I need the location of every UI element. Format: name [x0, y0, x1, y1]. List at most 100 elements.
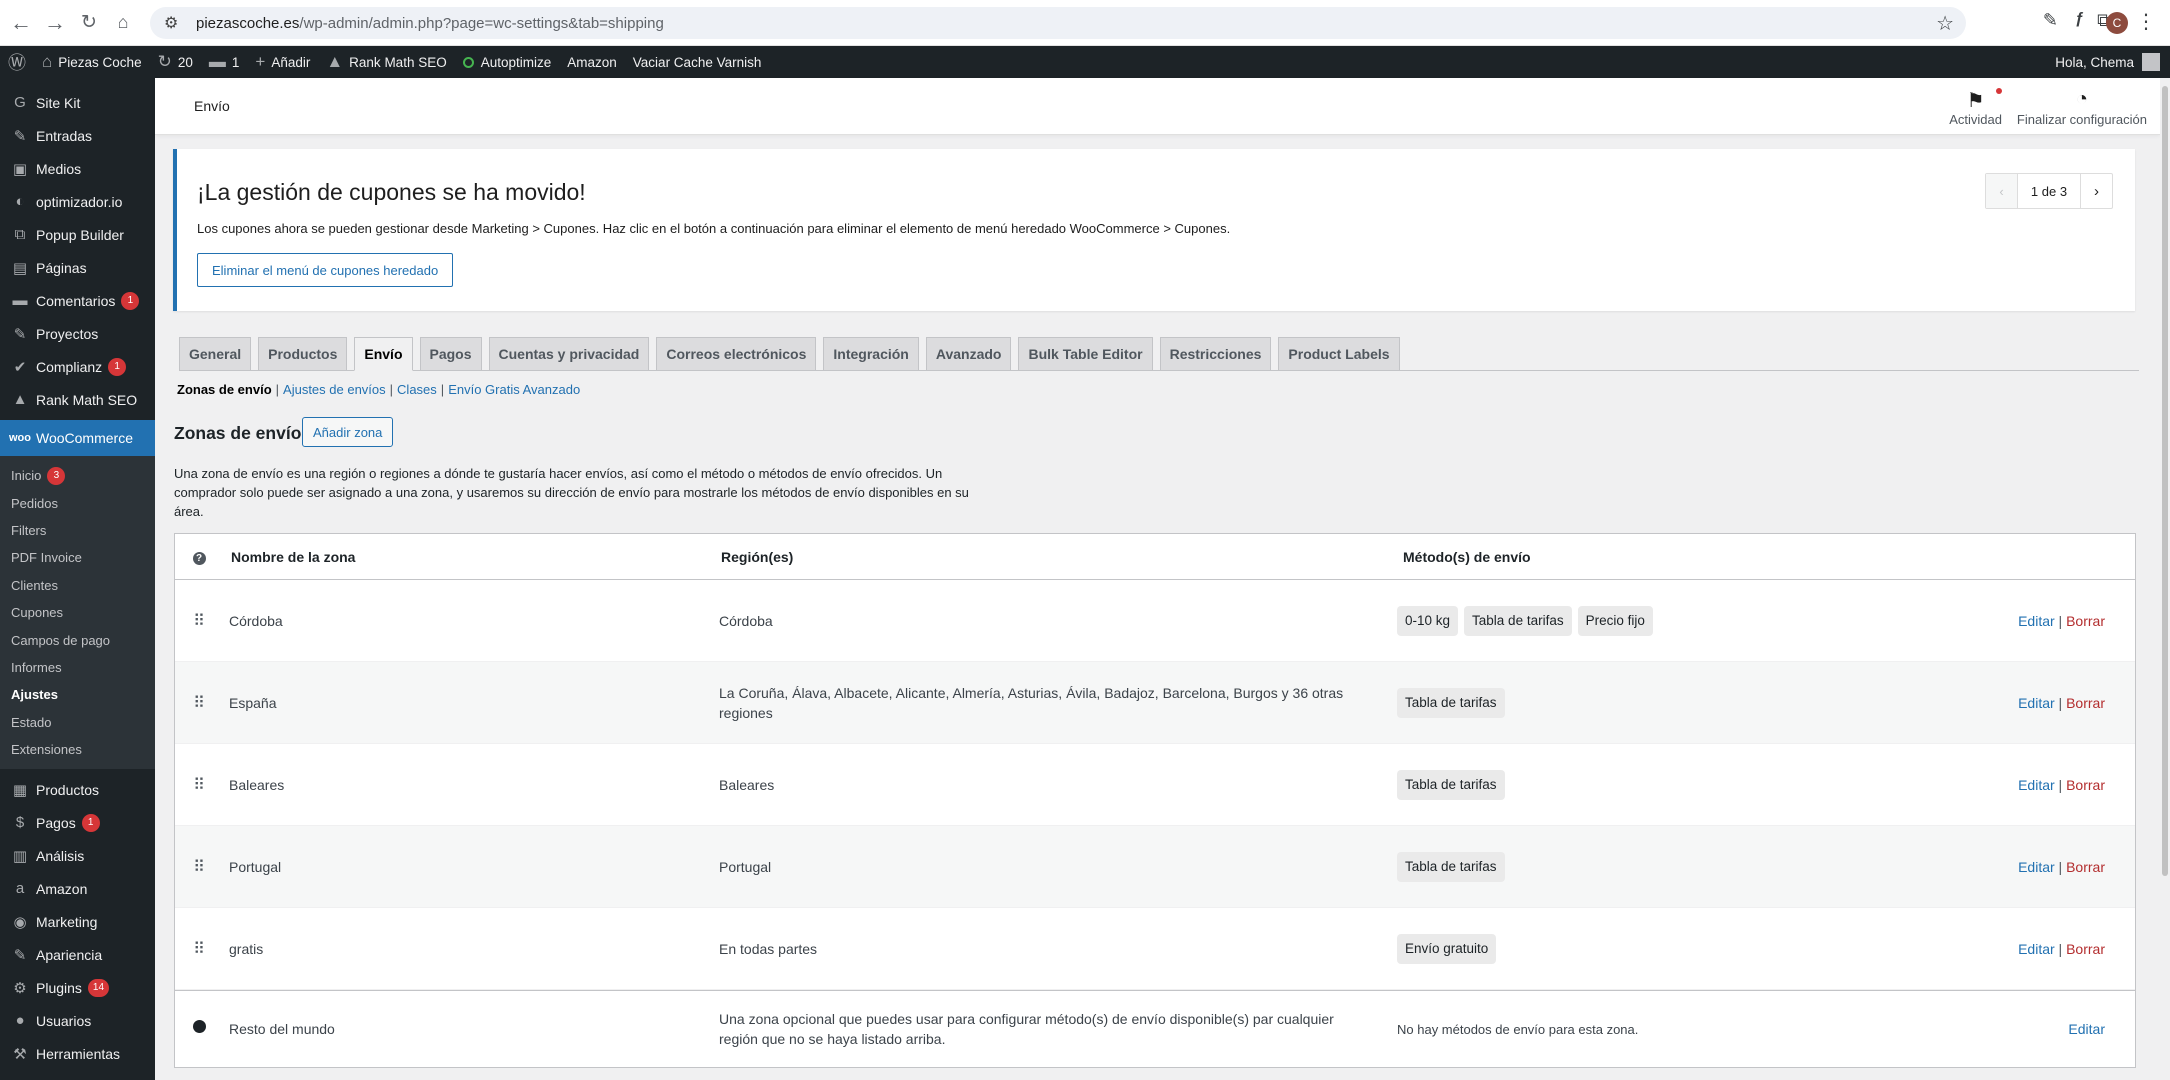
- page-scrollbar[interactable]: [2160, 78, 2170, 1080]
- sidebar-item-entradas[interactable]: ✎ Entradas: [0, 119, 155, 152]
- submenu-item-pdf-invoice[interactable]: PDF Invoice: [0, 544, 155, 571]
- tab-product-labels[interactable]: Product Labels: [1278, 337, 1400, 370]
- tab-pagos[interactable]: Pagos: [419, 337, 482, 370]
- sidebar-item-site-kit[interactable]: G Site Kit: [0, 86, 155, 119]
- autoptimize-link[interactable]: Autoptimize: [455, 46, 560, 78]
- sidebar-item-woocommerce[interactable]: woo WooCommerce: [0, 420, 155, 456]
- zone-name[interactable]: gratis: [229, 941, 263, 957]
- sidebar-item-paginas[interactable]: ▤ Páginas: [0, 251, 155, 284]
- my-account[interactable]: Hola, Chema: [2055, 46, 2160, 78]
- sidebar-item-complianz[interactable]: ✔ Complianz 1: [0, 350, 155, 383]
- zone-name[interactable]: España: [229, 695, 276, 711]
- finish-setup-button[interactable]: ◔ Finalizar configuración: [2017, 88, 2147, 127]
- zone-actions: Editar | Borrar: [2018, 859, 2105, 875]
- site-name-link[interactable]: ⌂ Piezas Coche: [34, 46, 150, 78]
- submenu-item-pedidos[interactable]: Pedidos: [0, 489, 155, 516]
- zone-name[interactable]: Portugal: [229, 859, 281, 875]
- submenu-item-extensiones[interactable]: Extensiones: [0, 736, 155, 763]
- add-zone-button[interactable]: Añadir zona: [302, 417, 394, 447]
- help-icon[interactable]: ?: [189, 548, 209, 566]
- amazon-link[interactable]: Amazon: [559, 46, 625, 78]
- drag-handle-icon[interactable]: ⠿: [189, 939, 209, 959]
- home-icon[interactable]: ⌂: [110, 10, 136, 36]
- browser-menu-icon[interactable]: ⋮: [2136, 9, 2156, 34]
- sidebar-item-marketing[interactable]: ◉ Marketing: [0, 905, 155, 938]
- subnav-envio-gratis-avanzado[interactable]: Envío Gratis Avanzado: [448, 382, 580, 397]
- sidebar-item-pagos[interactable]: $ Pagos 1: [0, 806, 155, 839]
- sidebar-item-productos[interactable]: ▦ Productos: [0, 773, 155, 806]
- new-content-link[interactable]: + Añadir: [247, 46, 318, 78]
- delete-link[interactable]: Borrar: [2066, 613, 2105, 629]
- scrollbar-thumb[interactable]: [2162, 86, 2168, 876]
- zone-name[interactable]: Córdoba: [229, 613, 283, 629]
- drag-handle-icon[interactable]: ⠿: [189, 857, 209, 877]
- drag-handle-icon[interactable]: ⠿: [189, 775, 209, 795]
- pager-next-icon[interactable]: ›: [2080, 174, 2112, 208]
- sidebar-item-label: Amazon: [36, 880, 88, 897]
- drag-handle-icon[interactable]: ⠿: [189, 693, 209, 713]
- sidebar-item-proyectos[interactable]: ✎ Proyectos: [0, 317, 155, 350]
- profile-avatar[interactable]: C: [2106, 12, 2128, 34]
- sidebar-item-rank-math-seo[interactable]: ▲ Rank Math SEO: [0, 383, 155, 416]
- subnav-clases[interactable]: Clases: [397, 382, 437, 397]
- bookmark-star-icon[interactable]: ☆: [1936, 11, 1954, 36]
- tab-avanzado[interactable]: Avanzado: [925, 337, 1012, 370]
- forward-icon[interactable]: →: [42, 10, 68, 36]
- sidebar-item-herramientas[interactable]: ⚒ Herramientas: [0, 1037, 155, 1070]
- updates-link[interactable]: ↻ 20: [150, 46, 201, 78]
- submenu-item-campos-de-pago[interactable]: Campos de pago: [0, 626, 155, 653]
- extension-f-icon[interactable]: ƒ: [2075, 10, 2084, 28]
- pager-prev-icon[interactable]: ‹: [1986, 174, 2018, 208]
- tab-correos-electronicos[interactable]: Correos electrónicos: [656, 337, 817, 370]
- varnish-link[interactable]: Vaciar Cache Varnish: [625, 46, 770, 78]
- tab-envio[interactable]: Envío: [354, 337, 413, 371]
- rankmath-link[interactable]: ▲ Rank Math SEO: [318, 46, 454, 78]
- sidebar-item-apariencia[interactable]: ✎ Apariencia: [0, 938, 155, 971]
- sidebar-item-usuarios[interactable]: ● Usuarios: [0, 1004, 155, 1037]
- activity-button[interactable]: ⚑ Actividad: [1949, 88, 2002, 127]
- sidebar-item-comentarios[interactable]: ▬ Comentarios 1: [0, 284, 155, 317]
- submenu-item-filters[interactable]: Filters: [0, 517, 155, 544]
- zone-name[interactable]: Baleares: [229, 777, 284, 793]
- edit-link[interactable]: Editar: [2018, 695, 2055, 711]
- submenu-item-estado[interactable]: Estado: [0, 709, 155, 736]
- tab-restricciones[interactable]: Restricciones: [1159, 337, 1272, 370]
- comments-link[interactable]: ▬ 1: [201, 46, 248, 78]
- delete-link[interactable]: Borrar: [2066, 777, 2105, 793]
- delete-link[interactable]: Borrar: [2066, 859, 2105, 875]
- sidebar-item-plugins[interactable]: ⚙ Plugins 14: [0, 971, 155, 1004]
- submenu-item-clientes[interactable]: Clientes: [0, 572, 155, 599]
- edit-link[interactable]: Editar: [2018, 777, 2055, 793]
- edit-link[interactable]: Editar: [2018, 613, 2055, 629]
- url-text[interactable]: piezascoche.es/wp-admin/admin.php?page=w…: [196, 15, 664, 32]
- delete-link[interactable]: Borrar: [2066, 695, 2105, 711]
- sidebar-item-popup-builder[interactable]: ⧉ Popup Builder: [0, 218, 155, 251]
- back-icon[interactable]: ←: [8, 10, 34, 36]
- sidebar-item-amazon[interactable]: a Amazon: [0, 872, 155, 905]
- remove-legacy-coupons-button[interactable]: Eliminar el menú de cupones heredado: [197, 253, 454, 287]
- tab-bulk-table-editor[interactable]: Bulk Table Editor: [1018, 337, 1153, 370]
- wordpress-logo-icon[interactable]: Ⓦ: [0, 46, 34, 78]
- submenu-item-informes[interactable]: Informes: [0, 654, 155, 681]
- tab-productos[interactable]: Productos: [258, 337, 348, 370]
- reload-icon[interactable]: ↻: [76, 10, 102, 36]
- extension-pen-icon[interactable]: ✎: [2043, 10, 2058, 31]
- subnav-ajustes-de-envios[interactable]: Ajustes de envíos: [283, 382, 386, 397]
- progress-circle-icon: ◔: [2075, 88, 2088, 110]
- sidebar-item-optimizador-io[interactable]: ◐ optimizador.io: [0, 185, 155, 218]
- tab-general[interactable]: General: [179, 337, 252, 370]
- edit-link[interactable]: Editar: [2018, 859, 2055, 875]
- drag-handle-icon[interactable]: ⠿: [189, 611, 209, 631]
- edit-link[interactable]: Editar: [2018, 941, 2055, 957]
- tab-cuentas-y-privacidad[interactable]: Cuentas y privacidad: [488, 337, 650, 370]
- submenu-item-cupones[interactable]: Cupones: [0, 599, 155, 626]
- site-settings-icon[interactable]: ⚙: [164, 13, 182, 33]
- edit-link[interactable]: Editar: [2068, 1021, 2105, 1037]
- submenu-item-inicio[interactable]: Inicio 3: [0, 462, 155, 489]
- tab-integracion[interactable]: Integración: [823, 337, 919, 370]
- submenu-item-ajustes[interactable]: Ajustes: [0, 681, 155, 708]
- delete-link[interactable]: Borrar: [2066, 941, 2105, 957]
- address-bar[interactable]: ⚙ piezascoche.es/wp-admin/admin.php?page…: [150, 7, 1966, 39]
- sidebar-item-medios[interactable]: ▣ Medios: [0, 152, 155, 185]
- sidebar-item-analisis[interactable]: ▥ Análisis: [0, 839, 155, 872]
